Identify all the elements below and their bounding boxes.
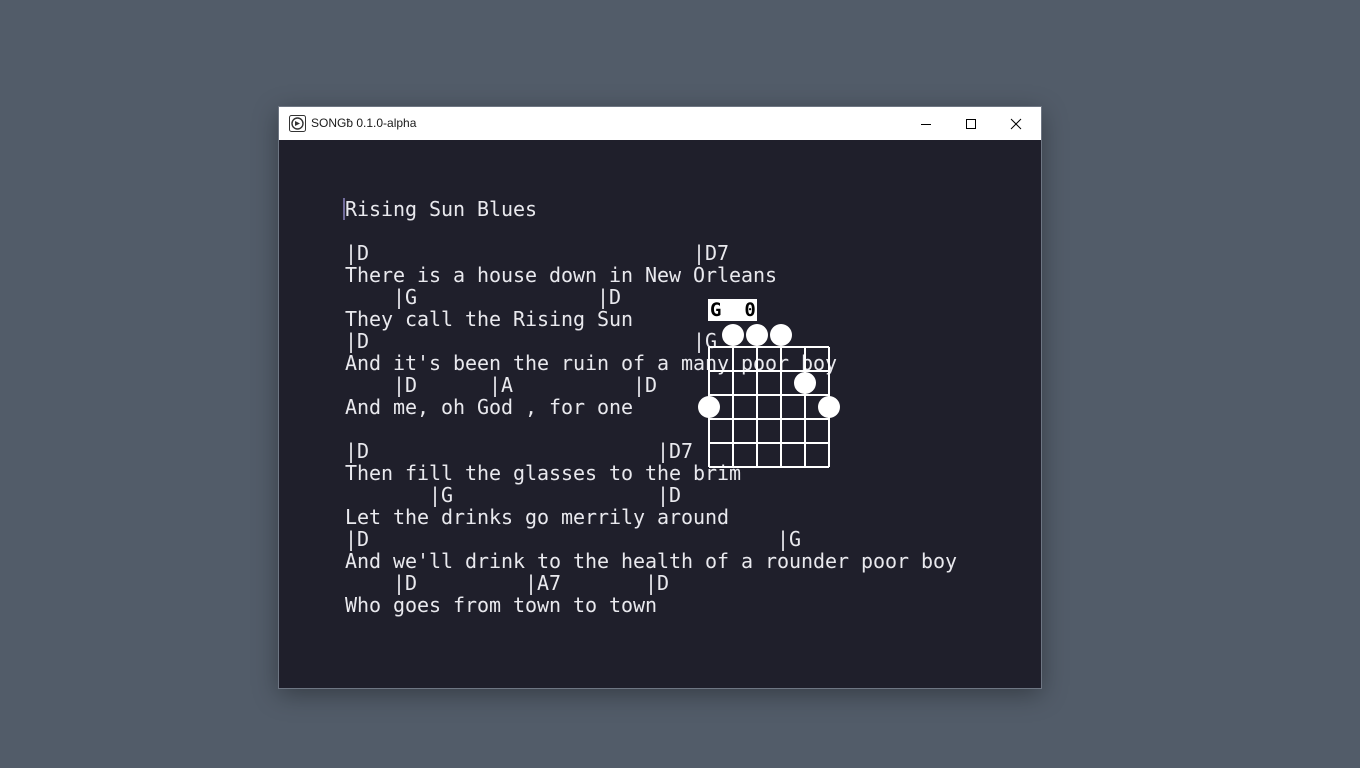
- chord-line: |D |A |D: [345, 373, 658, 397]
- chord-diagram-popup: G 0: [695, 299, 845, 479]
- finger-dot: [794, 372, 816, 394]
- lyric-line: They call the Rising Sun: [345, 307, 634, 331]
- minimize-button[interactable]: [903, 107, 949, 140]
- open-string-marker: [770, 324, 792, 346]
- chord-line: |D |A7 |D: [345, 571, 670, 595]
- maximize-button[interactable]: [948, 107, 994, 140]
- chord-line: |G |D: [345, 483, 682, 507]
- lyric-line: And me, oh God , for one: [345, 395, 634, 419]
- song-title: Rising Sun Blues: [345, 197, 538, 221]
- finger-dot: [698, 396, 720, 418]
- lyric-line: And we'll drink to the health of a round…: [345, 549, 958, 573]
- chord-line: |D |G: [345, 527, 802, 551]
- fretboard: [698, 324, 840, 468]
- chord-line: |D |D7: [345, 439, 694, 463]
- lyric-line: Let the drinks go merrily around: [345, 505, 730, 529]
- close-icon: [1010, 118, 1022, 129]
- lyric-line: Who goes from town to town: [345, 593, 658, 617]
- window-title: SONGƀ 0.1.0-alpha: [311, 116, 417, 130]
- close-button[interactable]: [993, 107, 1039, 140]
- chord-line: |D |G: [345, 329, 718, 353]
- song-editor[interactable]: Rising Sun Blues |D |D7 There is a house…: [279, 140, 1041, 688]
- open-string-marker: [722, 324, 744, 346]
- open-string-marker: [746, 324, 768, 346]
- minimize-icon: [921, 123, 931, 125]
- app-window: SONGƀ 0.1.0-alpha Rising Sun Blues |D |D…: [279, 107, 1041, 688]
- maximize-icon: [966, 118, 976, 129]
- lyric-line: There is a house down in New Orleans: [345, 263, 778, 287]
- chord-line: |D |D7: [345, 241, 730, 265]
- title-bar[interactable]: SONGƀ 0.1.0-alpha: [279, 107, 1041, 140]
- lyric-line: Then fill the glasses to the brim: [345, 461, 742, 485]
- finger-dot: [818, 396, 840, 418]
- app-logo-icon: [289, 115, 306, 132]
- chord-line: |G |D: [345, 285, 622, 309]
